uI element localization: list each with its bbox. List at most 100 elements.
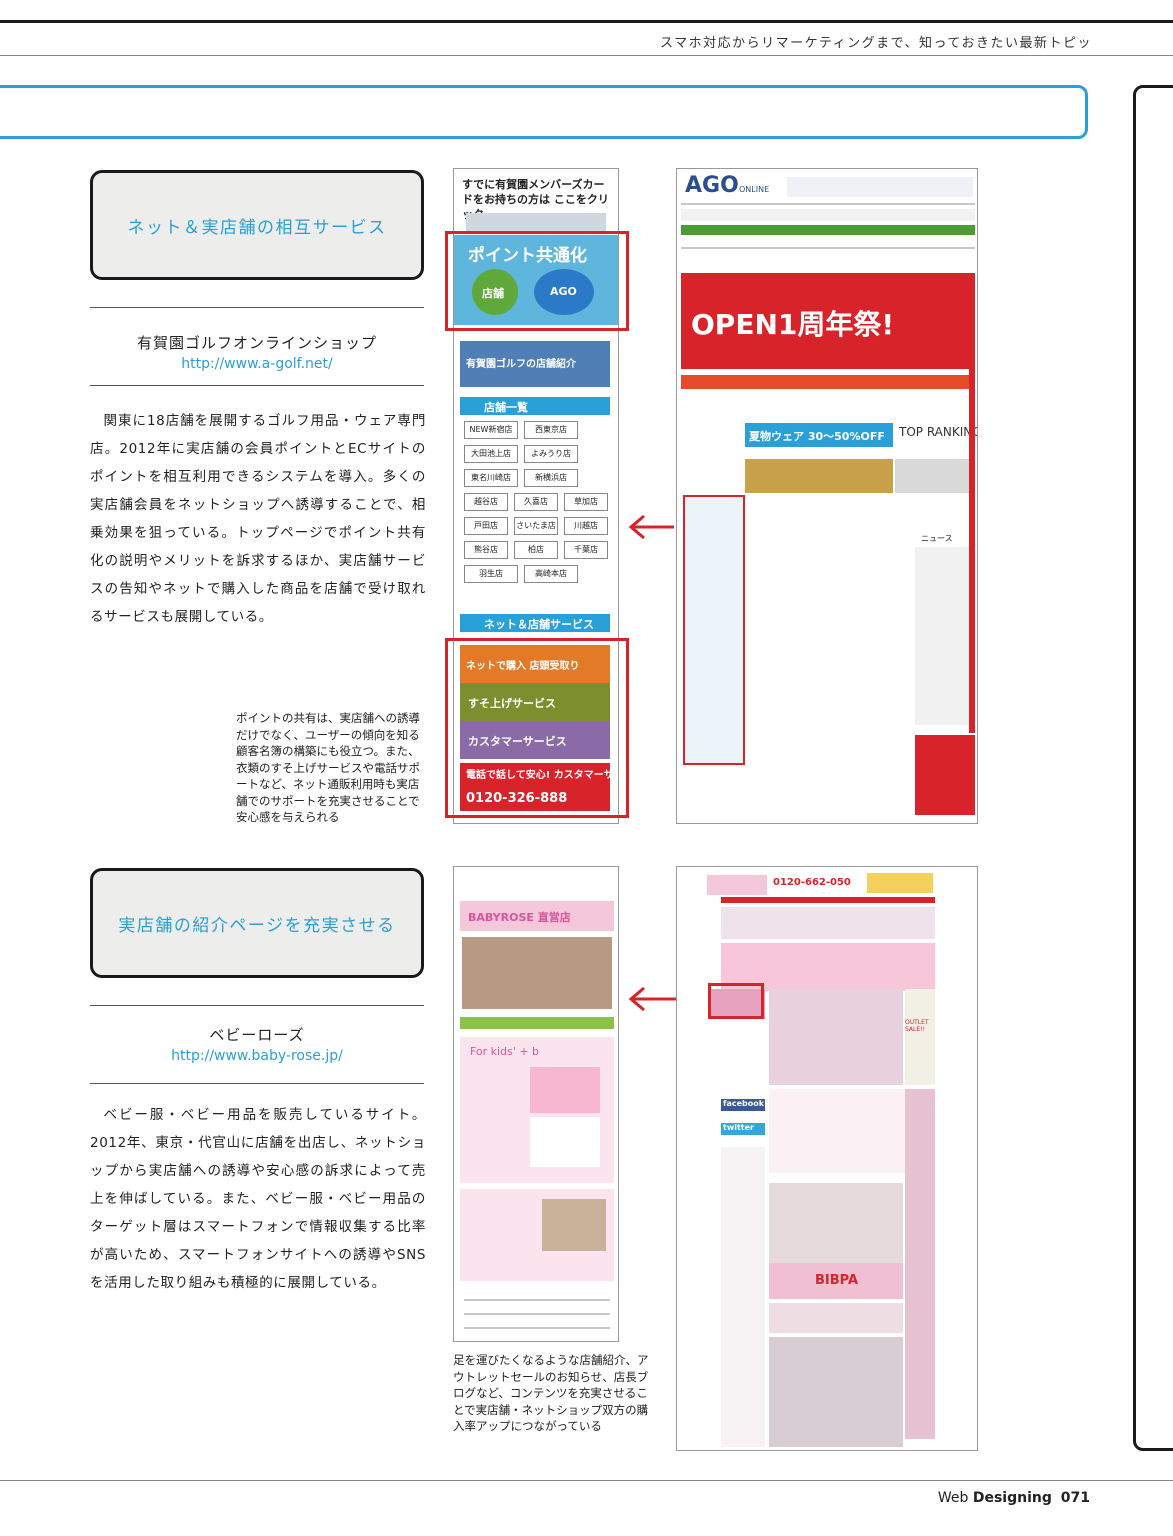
footer-brand-light: Web (937, 1490, 973, 1506)
kids-feature-banner[interactable] (769, 1183, 903, 1263)
category-sidebar[interactable] (721, 1147, 765, 1447)
bibpa-banner[interactable]: BIBPA (769, 1263, 903, 1299)
footer-rule (0, 1480, 1173, 1481)
section1-body: 関東に18店舗を展開するゴルフ用品・ウェア専門店。2012年に実店舗の会員ポイン… (90, 413, 426, 625)
store-button[interactable]: 千葉店 (564, 541, 608, 559)
kids-store-card (460, 1189, 614, 1281)
store-button[interactable]: 戸田店 (464, 517, 508, 535)
store-intro-text: 有賀園ゴルフの店舗紹介 (466, 359, 576, 370)
header-divider (0, 55, 1173, 56)
ranking-image (895, 459, 975, 493)
store-button[interactable]: 大田池上店 (464, 445, 518, 463)
store-button[interactable]: さいたま店 (514, 517, 558, 535)
sidebar-thumbnail (683, 495, 745, 765)
golf-desktop-screenshot: AGO ONLINE OPEN1周年祭! 夏物ウェア 30〜50%OFF TOP… (676, 168, 978, 824)
section2-label-box: 実店舗の紹介ページを充実させる (90, 868, 424, 978)
summer-sale-text: 夏物ウェア 30〜50%OFF (749, 430, 885, 443)
product-grid[interactable] (769, 1337, 903, 1447)
highlight-services (445, 638, 629, 818)
model-photo-rail (905, 1089, 935, 1439)
store-button[interactable]: 羽生店 (464, 565, 518, 583)
item-thumbs-row[interactable] (769, 1303, 903, 1333)
footer-line-2 (464, 1313, 610, 1315)
section2-label: 実店舗の紹介ページを充実させる (118, 915, 396, 936)
section2-divider-top (90, 1005, 424, 1006)
facebook-text: facebook (723, 1099, 765, 1108)
kids-label: For kids' + b (470, 1045, 540, 1058)
summer-sale-banner[interactable]: 夏物ウェア 30〜50%OFF (745, 423, 893, 447)
autumn-sale-banner[interactable] (745, 459, 893, 493)
section1-divider-top (90, 307, 424, 308)
highlight-store-link (708, 983, 764, 1019)
store-button[interactable]: 熊谷店 (464, 541, 508, 559)
babyrose-desktop-screenshot: 0120-662-050 OUTLET SALE!! facebook twit… (676, 866, 978, 1451)
news-list (915, 547, 975, 725)
store-button[interactable]: 越谷店 (464, 493, 508, 511)
store-button[interactable]: 高崎本店 (524, 565, 578, 583)
ago-logo: AGO (685, 173, 739, 198)
store-button[interactable]: 新横浜店 (524, 469, 578, 487)
footer-line-3 (464, 1327, 610, 1329)
product-strip[interactable] (721, 907, 935, 939)
side-panel (1133, 85, 1173, 1451)
member-card-image (466, 213, 606, 233)
anniversary-title: OPEN1周年祭! (691, 308, 895, 341)
feature-collage[interactable] (769, 989, 903, 1085)
right-red-rail (969, 273, 975, 733)
babyrose-banner-text: BABYROSE 直営店 (468, 911, 571, 924)
section1-label-box: ネット＆実店舗の相互サービス (90, 170, 424, 280)
twitter-text: twitter (723, 1123, 754, 1132)
kids-store-photo (542, 1199, 606, 1251)
golf-nav[interactable] (787, 177, 973, 197)
service-title: ネット＆店舗サービス (484, 618, 594, 631)
outlet-badge[interactable]: OUTLET SALE!! (905, 989, 935, 1085)
section1-shop-name: 有賀園ゴルフオンラインショップ (136, 334, 377, 352)
anniversary-banner[interactable]: OPEN1周年祭! (681, 273, 975, 369)
babyrose-banner: BABYROSE 直営店 (460, 901, 614, 931)
section1-shop-url[interactable]: http://www.a-golf.net/ (90, 356, 424, 372)
street-map (530, 1117, 600, 1167)
store-button[interactable]: 草加店 (564, 493, 608, 511)
store-button[interactable]: NEW新宿店 (464, 421, 518, 439)
store-map-card: For kids' + b (460, 1037, 614, 1183)
section2-body: ベビー服・ベビー用品を販売しているサイト。2012年、東京・代官山に店舗を出店し… (90, 1107, 426, 1291)
section2-caption: 足を運びたくなるような店舗紹介、アウトレットセールのお知らせ、店長ブログなど、コ… (453, 1353, 649, 1433)
store-button[interactable]: 東名川崎店 (464, 469, 518, 487)
outlet-text: OUTLET SALE!! (905, 1019, 929, 1033)
nav-rule (681, 203, 975, 205)
page-number: 071 (1060, 1490, 1090, 1506)
store-button[interactable]: よみうり店 (524, 445, 578, 463)
babyrose-store-screenshot: BABYROSE 直営店 For kids' + b (453, 866, 619, 1342)
section2-divider-bottom (90, 1083, 424, 1084)
store-button[interactable]: 川越店 (564, 517, 608, 535)
ranking-label: TOP RANKING (899, 425, 978, 439)
store-photo (462, 937, 612, 1009)
clearance-banner[interactable] (915, 735, 975, 815)
floor-map (530, 1067, 600, 1113)
header-tagline: スマホ対応からリマーケティングまで、知っておきたい最新トピック (660, 36, 1090, 51)
service-header: ネット＆店舗サービス (460, 614, 610, 632)
section1-label: ネット＆実店舗の相互サービス (127, 217, 387, 238)
section-banner (0, 85, 1088, 139)
section2-shop-url[interactable]: http://www.baby-rose.jp/ (90, 1048, 424, 1064)
store-list-header: 店舗一覧 (460, 397, 610, 415)
store-button[interactable]: 柏店 (514, 541, 558, 559)
news-label: ニュース (921, 534, 953, 543)
facebook-badge[interactable]: facebook (721, 1099, 765, 1111)
store-list-title: 店舗一覧 (484, 401, 528, 414)
babyrose-header-badge (867, 873, 933, 893)
section1-caption: ポイントの共有は、実店舗への誘導だけでなく、ユーザーの傾向を知る顧客名簿の構築に… (236, 711, 420, 824)
page-footer: Web Designing 071 (900, 1490, 1090, 1506)
top-rule (0, 20, 1173, 23)
search-bar[interactable] (681, 209, 975, 221)
footer-line-1 (464, 1299, 610, 1301)
store-button[interactable]: 西東京店 (524, 421, 578, 439)
section1-divider-bottom (90, 385, 424, 386)
section2-shop-name: ベビーローズ (209, 1026, 305, 1044)
category-rule (681, 247, 975, 249)
twitter-badge[interactable]: twitter (721, 1123, 765, 1135)
store-button[interactable]: 久喜店 (514, 493, 558, 511)
babyrose-nav-bar[interactable] (721, 897, 935, 903)
bibpa-text: BIBPA (815, 1273, 859, 1288)
store-intro-banner: 有賀園ゴルフの店舗紹介 (460, 341, 610, 387)
